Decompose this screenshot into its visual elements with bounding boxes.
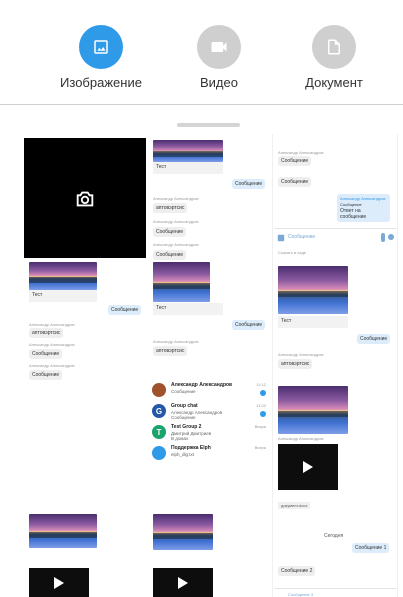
sender-name: Александр Александров (153, 339, 199, 344)
photo-preview (278, 386, 348, 434)
video-preview (153, 568, 213, 597)
document-option-circle[interactable] (312, 25, 356, 69)
video-option[interactable]: Видео (169, 25, 269, 90)
unread-badge (260, 411, 266, 417)
chat-row[interactable]: T Test Group 2 Дмитрий Дмитриев В домах … (152, 424, 266, 442)
outgoing-message: Сообщение (232, 179, 266, 189)
incoming-message: аптовэртсис (29, 328, 64, 338)
sender-name: Александр Александров (278, 352, 324, 357)
incoming-message: Сообщение (29, 349, 63, 359)
chat-time: 11:02 (256, 403, 266, 408)
chat-time: Вчера (254, 445, 266, 450)
date-separator: Сегодня (324, 533, 344, 539)
chat-subtitle-2: Сообщение (171, 415, 196, 420)
play-icon (54, 577, 64, 589)
incoming-message: Сообщение (278, 177, 312, 187)
image-option-label: Изображение (60, 75, 142, 90)
sender-name: Александр Александров (153, 242, 199, 247)
sender-name: Александр Александров (278, 150, 324, 155)
message-input-bar[interactable]: Сообщение (274, 228, 396, 246)
gallery-item-screenshot-1[interactable]: Тест Сообщение Александр Александров апт… (24, 258, 146, 498)
photo-caption: Тест (278, 316, 348, 328)
video-preview (278, 444, 338, 490)
attach-icon[interactable] (380, 233, 386, 242)
chat-title: Александр Александров (171, 382, 233, 388)
sender-name: Александр Александров (153, 196, 199, 201)
chat-title: Поддержка Elph (171, 445, 211, 451)
emoji-icon (277, 234, 285, 242)
incoming-message: аптовэртсис (153, 346, 188, 356)
outgoing-message: Сообщение (232, 320, 266, 330)
chat-time: Вчера (254, 424, 266, 429)
photo-preview (153, 514, 213, 550)
sender-name: Александр Александров (29, 363, 75, 368)
photo-preview (29, 514, 97, 548)
video-preview (29, 568, 89, 597)
sender-name: Александр Александров (278, 436, 324, 441)
video-option-label: Видео (200, 75, 238, 90)
chat-row[interactable]: G Group chat Александр Александров Сообщ… (152, 403, 266, 421)
reply-text: Ответ на сообщение (340, 208, 367, 220)
attachment-type-bar: Изображение Видео Документ (0, 0, 403, 104)
chat-time: 11:12 (256, 382, 266, 387)
video-option-circle[interactable] (197, 25, 241, 69)
chat-subtitle: Сообщение (171, 389, 196, 394)
sender-name: Александр Александров (29, 322, 75, 327)
sheet-drag-handle[interactable] (177, 123, 240, 127)
outgoing-message: Сообщение (357, 334, 391, 344)
sender-name: Александр Александров (29, 342, 75, 347)
outgoing-message: Сообщение (108, 305, 142, 315)
gallery-item-screenshot-5[interactable] (148, 512, 270, 597)
avatar: T (152, 425, 166, 439)
chat-list-preview[interactable]: Александр Александров Сообщение 11:12 G … (152, 382, 266, 466)
camera-tile[interactable] (24, 138, 146, 260)
document-icon (328, 39, 340, 55)
reply-message: Александр Александров Сообщение Ответ на… (337, 194, 390, 222)
incoming-message: Сообщение (153, 227, 187, 237)
image-option[interactable]: Изображение (51, 25, 151, 90)
mic-icon[interactable] (388, 233, 394, 242)
chat-subtitle: elph_dlg:txt (171, 452, 195, 457)
chat-subtitle-2: В домах (171, 436, 189, 441)
incoming-message: Сообщение 2 (278, 566, 316, 576)
avatar: G (152, 404, 166, 418)
chat-row[interactable]: Поддержка Elph elph_dlg:txt Вчера (152, 445, 266, 463)
document-option[interactable]: Документ (284, 25, 384, 90)
gallery-item-screenshot-4[interactable] (24, 512, 146, 597)
incoming-message: аптовэртсис (278, 359, 313, 369)
photo-preview (153, 140, 223, 162)
chat-title: Test Group 2 (171, 424, 202, 430)
avatar (152, 446, 166, 460)
file-attachment: документ.docx (278, 502, 311, 509)
outgoing-message: Сообщение 1 (352, 543, 390, 553)
divider (0, 104, 403, 105)
sender-name: Александр Александров (153, 219, 199, 224)
photo-preview (29, 262, 97, 290)
image-icon (94, 40, 108, 54)
unread-badge (260, 390, 266, 396)
play-icon (303, 461, 313, 473)
photo-preview (153, 262, 210, 302)
avatar (152, 383, 166, 397)
message-input-placeholder[interactable]: Сообщение (288, 234, 315, 240)
incoming-message: Сообщение (278, 156, 312, 166)
photo-caption: Тест (29, 290, 97, 302)
incoming-message: Сообщение (29, 370, 63, 380)
document-option-label: Документ (305, 75, 363, 90)
camera-icon (76, 191, 94, 207)
incoming-message: Сообщение (153, 250, 187, 260)
incoming-message: аптовэртсис (153, 203, 188, 213)
photo-preview (278, 266, 348, 314)
chat-title: Group chat (171, 403, 198, 409)
video-camera-icon (211, 42, 227, 52)
message-input-bar-bottom[interactable]: Сообщение 3 (274, 588, 396, 597)
chat-row[interactable]: Александр Александров Сообщение 11:12 (152, 382, 266, 400)
gallery-item-screenshot-2[interactable]: Тест Сообщение Александр Александров апт… (148, 134, 270, 384)
image-option-circle[interactable] (79, 25, 123, 69)
date-hint: Сказать в чаде (278, 250, 307, 255)
message-input-text[interactable]: Сообщение 3 (288, 592, 313, 597)
photo-caption: Тест (153, 303, 223, 315)
play-icon (178, 577, 188, 589)
photo-caption: Тест (153, 162, 223, 174)
